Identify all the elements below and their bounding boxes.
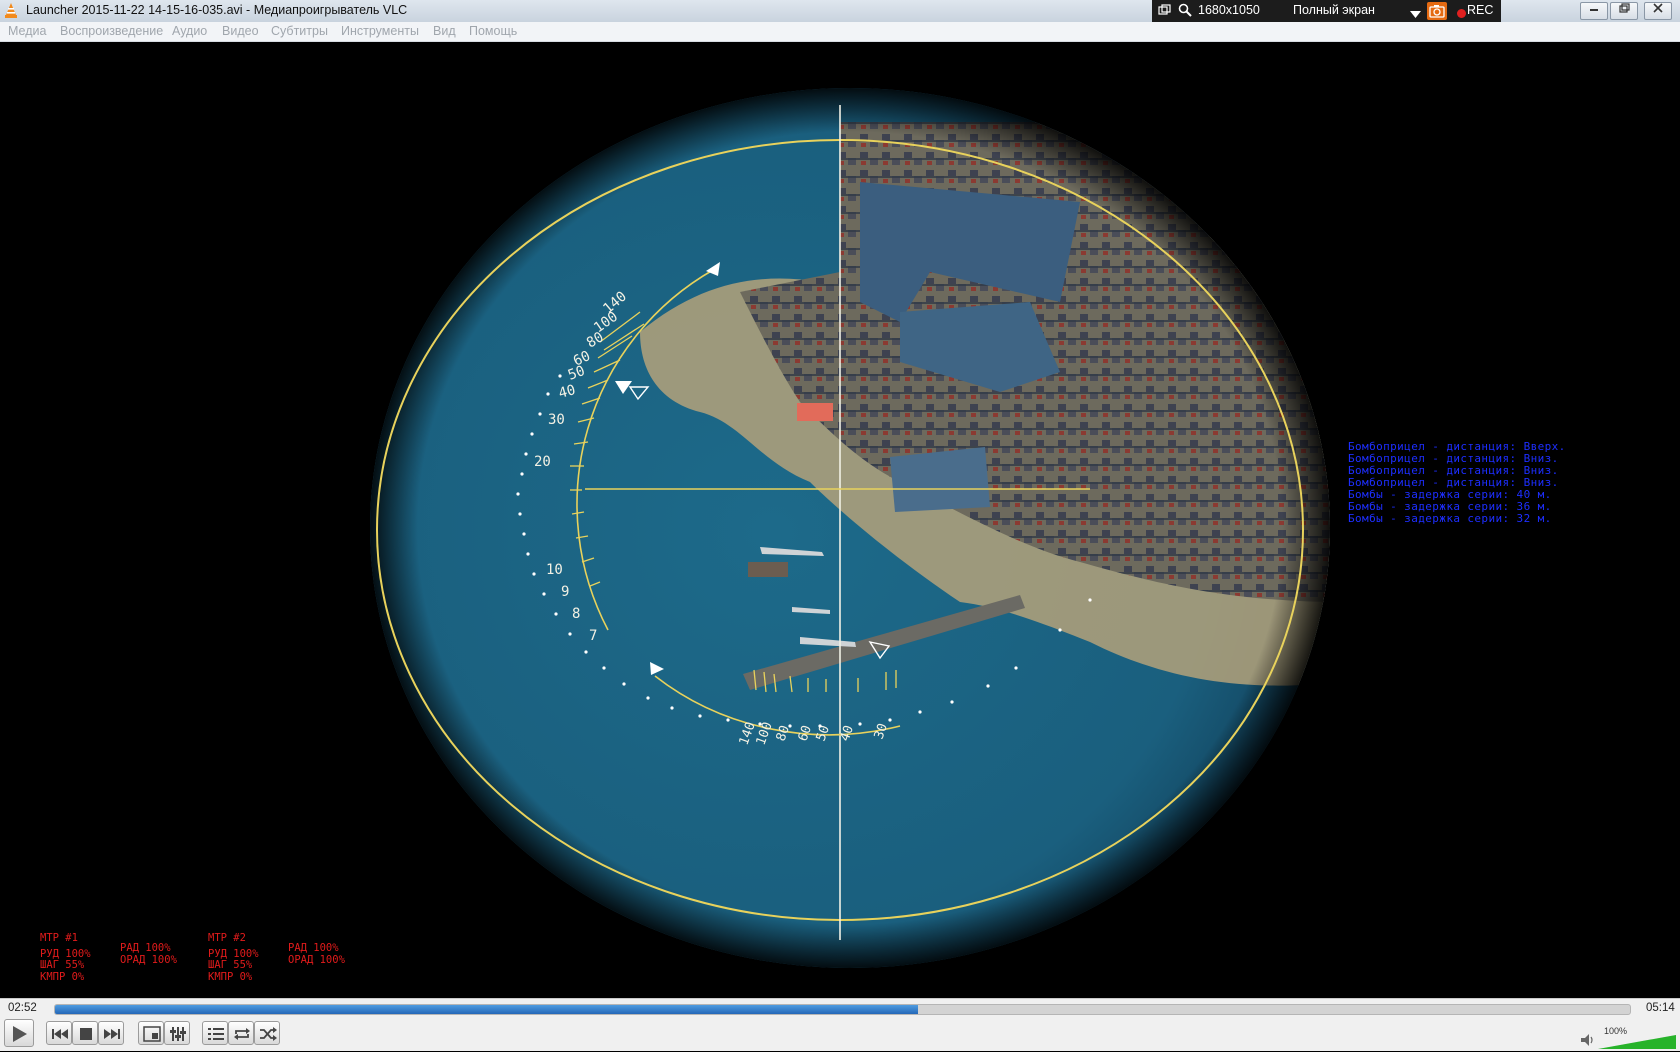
menu-tools[interactable]: Инструменты <box>341 24 419 38</box>
fullscreen-button[interactable] <box>138 1021 164 1045</box>
skip-previous-icon <box>52 1029 68 1039</box>
video-area[interactable]: 140 100 80 60 50 40 30 20 10 9 8 7 140 1… <box>0 42 1680 998</box>
engine-kmpr: КМПР 0% <box>40 971 85 983</box>
stop-icon <box>80 1028 92 1040</box>
rec-button[interactable]: REC <box>1467 3 1493 17</box>
bombsight-message: Бомбы - задержка серии: 32 м. <box>1348 512 1552 525</box>
previous-button[interactable] <box>46 1021 72 1045</box>
fullscreen-icon <box>143 1026 161 1042</box>
equalizer-icon <box>170 1027 186 1041</box>
engine-header: МТР #2 <box>208 932 246 944</box>
menu-playback[interactable]: Воспроизведение <box>60 24 163 38</box>
engine-orad: ОРАД 100% <box>120 954 177 966</box>
record-dot-icon <box>1457 7 1466 21</box>
total-time[interactable]: 05:14 <box>1646 1002 1675 1014</box>
skip-next-icon <box>104 1029 120 1039</box>
next-button[interactable] <box>98 1021 124 1045</box>
range-label: 10 <box>546 562 563 578</box>
range-label: 9 <box>561 584 569 600</box>
window-title: Launcher 2015-11-22 14-15-16-035.avi - М… <box>26 3 408 17</box>
seek-bar[interactable] <box>54 1004 1631 1015</box>
engine-header: МТР #1 <box>40 932 78 944</box>
close-button[interactable] <box>1644 2 1672 20</box>
engine-shag: ШАГ 55% <box>208 959 253 971</box>
speaker-icon[interactable] <box>1580 1033 1596 1052</box>
playback-controls: 02:52 05:14 100% <box>0 998 1680 1051</box>
engine-shag: ШАГ 55% <box>40 959 85 971</box>
range-label: 8 <box>572 606 580 622</box>
menu-video[interactable]: Видео <box>222 24 259 38</box>
shuffle-icon <box>260 1027 277 1041</box>
restore-view-icon[interactable] <box>1158 4 1171 19</box>
menu-media[interactable]: Медиа <box>8 24 46 38</box>
seek-bar-fill <box>55 1005 919 1014</box>
fullscreen-label[interactable]: Полный экран <box>1293 3 1375 17</box>
menu-subtitles[interactable]: Субтитры <box>271 24 328 38</box>
loop-icon <box>234 1028 250 1040</box>
range-label: 30 <box>548 412 565 428</box>
engine-rad: РАД 100% <box>120 942 171 954</box>
range-label: 20 <box>534 454 551 470</box>
engine-orad: ОРАД 100% <box>288 954 345 966</box>
restore-button[interactable] <box>1610 2 1638 20</box>
engine-kmpr: КМПР 0% <box>208 971 253 983</box>
stop-button[interactable] <box>72 1021 98 1045</box>
play-icon <box>13 1026 27 1042</box>
menu-bar: Медиа Воспроизведение Аудио Видео Субтит… <box>0 22 1680 42</box>
title-bar: Launcher 2015-11-22 14-15-16-035.avi - М… <box>0 0 1680 23</box>
range-label: 7 <box>589 628 597 644</box>
zoom-icon[interactable] <box>1178 3 1192 20</box>
fullscreen-toolbar: 1680x1050 Полный экран REC <box>1152 0 1501 22</box>
extended-settings-button[interactable] <box>164 1021 190 1045</box>
minimize-button[interactable] <box>1580 2 1608 20</box>
resolution-label: 1680x1050 <box>1198 3 1260 17</box>
elapsed-time[interactable]: 02:52 <box>8 1002 37 1014</box>
engine-rad: РАД 100% <box>288 942 339 954</box>
vlc-cone-icon <box>4 3 18 18</box>
loop-button[interactable] <box>228 1021 254 1045</box>
volume-slider[interactable] <box>1598 1035 1676 1049</box>
chevron-down-icon[interactable] <box>1410 7 1421 21</box>
menu-help[interactable]: Помощь <box>469 24 517 38</box>
playlist-button[interactable] <box>202 1021 228 1045</box>
shuffle-button[interactable] <box>254 1021 280 1045</box>
menu-audio[interactable]: Аудио <box>172 24 207 38</box>
play-button[interactable] <box>4 1019 34 1047</box>
menu-view[interactable]: Вид <box>433 24 456 38</box>
camera-icon[interactable] <box>1427 2 1447 20</box>
playlist-icon <box>208 1028 224 1040</box>
